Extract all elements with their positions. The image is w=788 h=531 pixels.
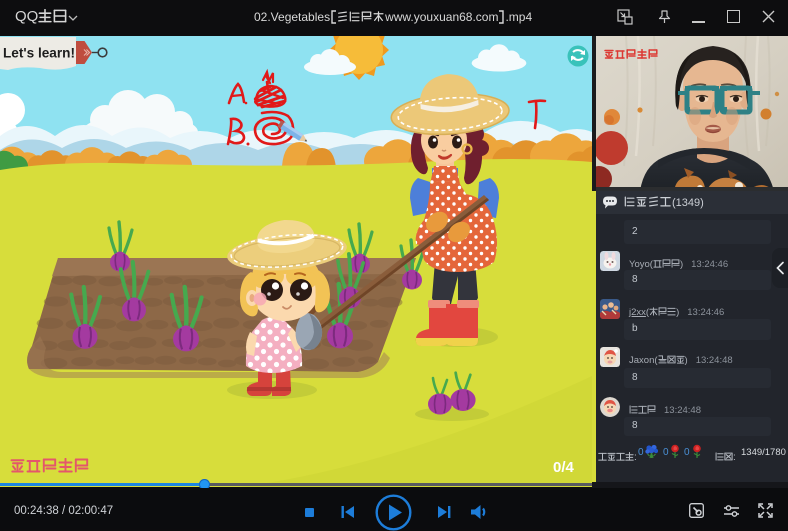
svg-text:Let's learn!: Let's learn! bbox=[3, 46, 75, 61]
